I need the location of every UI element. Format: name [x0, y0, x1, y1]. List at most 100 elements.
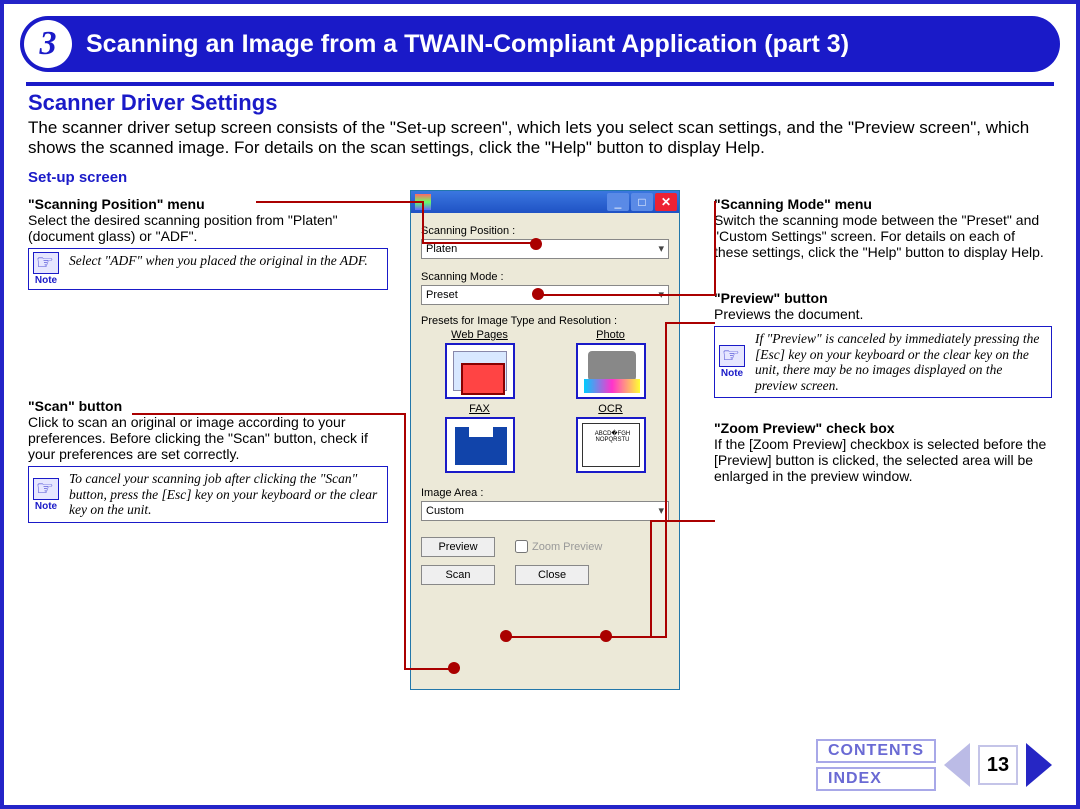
zoom-preview-checkbox[interactable]: Zoom Preview	[515, 540, 602, 553]
note-box: Note To cancel your scanning job after c…	[28, 466, 388, 523]
image-area-label: Image Area :	[421, 487, 669, 499]
scanning-position-label: Scanning Position :	[421, 225, 669, 237]
callout-line	[538, 294, 716, 296]
scanning-mode-value: Preset	[426, 289, 458, 301]
window-titlebar: _ □ ✕	[411, 191, 679, 213]
window-row-scan: Scan Close	[421, 565, 669, 585]
preset-fax-label: FAX	[421, 403, 538, 415]
callout-body: Select the desired scanning position fro…	[28, 212, 388, 244]
callout-line	[650, 520, 652, 636]
callout-preview-button: "Preview" button Previews the document. …	[714, 290, 1052, 398]
callout-line	[606, 636, 652, 638]
callout-title: "Scanning Mode" menu	[714, 196, 1052, 212]
scanner-setup-window: _ □ ✕ Scanning Position : Platen Scannin…	[410, 190, 680, 690]
zoom-preview-label: Zoom Preview	[532, 541, 602, 553]
divider	[26, 82, 1054, 86]
preset-photo-icon	[576, 343, 646, 399]
note-text: To cancel your scanning job after clicki…	[63, 467, 387, 522]
callout-line	[650, 520, 715, 522]
note-label: Note	[721, 368, 743, 379]
window-row-preview: Preview Zoom Preview	[421, 537, 669, 557]
callout-dot	[448, 662, 460, 674]
callout-title: "Zoom Preview" check box	[714, 420, 1052, 436]
preset-fax[interactable]: FAX	[421, 403, 538, 473]
contents-button[interactable]: CONTENTS	[816, 739, 936, 763]
preset-web-icon	[445, 343, 515, 399]
callout-dot	[530, 238, 542, 250]
subsection-title: Set-up screen	[28, 169, 1052, 186]
minimize-button[interactable]: _	[607, 193, 629, 211]
scanning-position-value: Platen	[426, 243, 457, 255]
next-page-arrow[interactable]	[1026, 743, 1052, 787]
note-icon-cell: Note	[29, 467, 63, 522]
preset-photo-label: Photo	[552, 329, 669, 341]
preset-fax-icon	[445, 417, 515, 473]
preset-photo[interactable]: Photo	[552, 329, 669, 399]
callout-title: "Preview" button	[714, 290, 1052, 306]
note-icon-cell: Note	[29, 249, 63, 289]
callout-body: Switch the scanning mode between the "Pr…	[714, 212, 1052, 260]
page: 3 Scanning an Image from a TWAIN-Complia…	[0, 0, 1080, 809]
note-box: Note If "Preview" is canceled by immedia…	[714, 326, 1052, 398]
chapter-title: Scanning an Image from a TWAIN-Compliant…	[86, 30, 849, 59]
preset-ocr[interactable]: OCR	[552, 403, 669, 473]
pointing-hand-icon	[33, 478, 59, 500]
callout-zoom-preview: "Zoom Preview" check box If the [Zoom Pr…	[714, 420, 1052, 484]
close-window-button[interactable]: Close	[515, 565, 589, 585]
page-number: 13	[978, 745, 1018, 785]
callout-title: "Scan" button	[28, 398, 388, 414]
preset-web[interactable]: Web Pages	[421, 329, 538, 399]
callout-line	[665, 600, 667, 638]
scanning-mode-label: Scanning Mode :	[421, 271, 669, 283]
callout-line	[404, 668, 454, 670]
callout-line	[132, 413, 406, 415]
callout-line	[256, 201, 422, 203]
chapter-bar: 3 Scanning an Image from a TWAIN-Complia…	[20, 16, 1060, 72]
callout-line	[422, 242, 532, 244]
note-label: Note	[35, 501, 57, 512]
callout-scanning-position: "Scanning Position" menu Select the desi…	[28, 196, 388, 290]
note-box: Note Select "ADF" when you placed the or…	[28, 248, 388, 290]
callout-line	[404, 413, 406, 669]
preset-ocr-icon	[576, 417, 646, 473]
right-column: "Scanning Mode" menu Switch the scanning…	[714, 196, 1052, 503]
callout-scan-button: "Scan" button Click to scan an original …	[28, 398, 388, 523]
note-text: Select "ADF" when you placed the origina…	[63, 249, 387, 289]
callout-dot	[532, 288, 544, 300]
callout-line	[714, 201, 716, 296]
section-body: The scanner driver setup screen consists…	[28, 118, 1052, 159]
callout-scanning-mode: "Scanning Mode" menu Switch the scanning…	[714, 196, 1052, 260]
presets-label: Presets for Image Type and Resolution :	[421, 315, 669, 327]
window-body: Scanning Position : Platen Scanning Mode…	[411, 213, 679, 593]
callout-dot	[500, 630, 512, 642]
image-area-select[interactable]: Custom	[421, 501, 669, 521]
callout-line	[422, 201, 424, 243]
left-column: "Scanning Position" menu Select the desi…	[28, 196, 388, 541]
callout-title: "Scanning Position" menu	[28, 196, 388, 212]
maximize-button[interactable]: □	[631, 193, 653, 211]
preset-web-label: Web Pages	[421, 329, 538, 341]
preview-button[interactable]: Preview	[421, 537, 495, 557]
callout-body: If the [Zoom Preview] checkbox is select…	[714, 436, 1052, 484]
note-icon-cell: Note	[715, 327, 749, 397]
callout-body: Click to scan an original or image accor…	[28, 414, 388, 462]
callout-line	[665, 322, 715, 324]
close-button[interactable]: ✕	[655, 193, 677, 211]
callout-body: Previews the document.	[714, 306, 1052, 322]
pointing-hand-icon	[33, 252, 59, 274]
pointing-hand-icon	[719, 345, 745, 367]
footer-nav: CONTENTS INDEX 13	[816, 739, 1052, 791]
nav-buttons: CONTENTS INDEX	[816, 739, 936, 791]
scan-button[interactable]: Scan	[421, 565, 495, 585]
preset-ocr-label: OCR	[552, 403, 669, 415]
preset-grid: Web Pages Photo FAX OCR	[421, 329, 669, 473]
index-button[interactable]: INDEX	[816, 767, 936, 791]
section-title: Scanner Driver Settings	[28, 90, 1052, 116]
zoom-preview-input[interactable]	[515, 540, 528, 553]
prev-page-arrow[interactable]	[944, 743, 970, 787]
note-label: Note	[35, 275, 57, 286]
chapter-number: 3	[24, 20, 72, 68]
callout-dot	[600, 630, 612, 642]
note-text: If "Preview" is canceled by immediately …	[749, 327, 1051, 397]
image-area-value: Custom	[426, 505, 464, 517]
